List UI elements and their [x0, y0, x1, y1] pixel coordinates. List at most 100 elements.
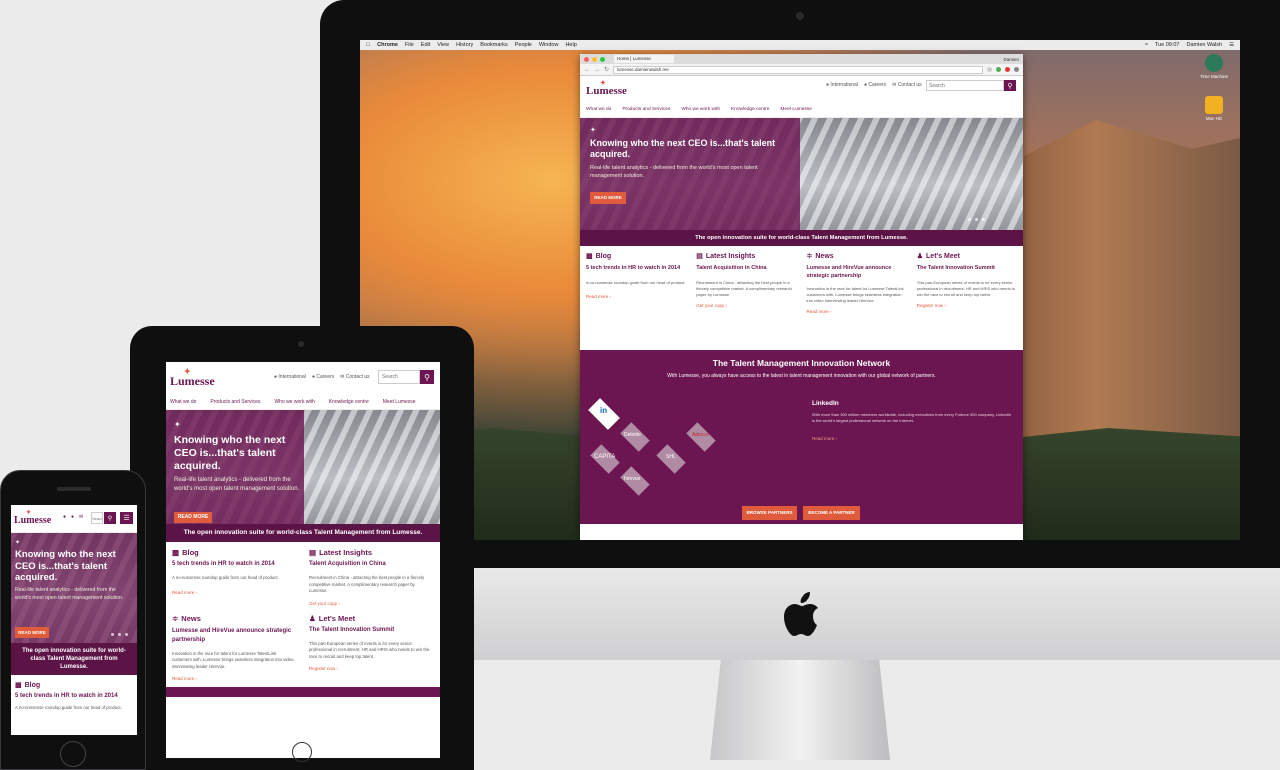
link-careers[interactable]: ● Careers [864, 82, 886, 88]
url-field[interactable]: lumesse.damienwalsh.me [613, 65, 983, 74]
search-button[interactable]: ⚲ [420, 370, 434, 384]
column-title[interactable]: 5 tech trends in HR to watch in 2014 [586, 264, 686, 272]
nav-who-we-work-with[interactable]: Who we work with [274, 399, 314, 406]
become-partner-button[interactable]: BECOME A PARTNER [803, 506, 860, 520]
column-title[interactable]: Lumesse and HireVue announce strategic p… [172, 627, 297, 645]
site-logo[interactable]: ✦ Lumesse [170, 367, 215, 389]
featured-partner-link[interactable]: Read more › [812, 436, 837, 441]
menu-window[interactable]: Window [539, 42, 559, 48]
column-title[interactable]: Talent Acquisition in China [696, 264, 796, 272]
nav-who-we-work-with[interactable]: Who we work with [681, 107, 720, 116]
maximize-window-icon[interactable] [600, 56, 605, 62]
home-button[interactable] [292, 742, 312, 762]
reload-icon[interactable]: ↻ [604, 66, 609, 73]
apple-menu-icon[interactable]:  [366, 42, 370, 48]
column-text: Innovation in the race for talent for Lu… [806, 286, 904, 303]
column-heading: ♟ Let's Meet [309, 613, 356, 623]
link-contact[interactable]: ✉ Contact us [340, 374, 370, 380]
extension-icon[interactable] [1005, 67, 1010, 72]
main-nav: What we do Products and Services Who we … [166, 396, 440, 410]
column-title[interactable]: Talent Acquisition in China [309, 561, 434, 567]
hero-title: Knowing who the next CEO is...that's tal… [590, 138, 776, 159]
extension-icon[interactable] [996, 67, 1001, 72]
globe-icon[interactable]: ● [63, 514, 66, 520]
column-link[interactable]: Get your copy › [309, 601, 434, 606]
search-button[interactable]: ⚲ [104, 512, 116, 524]
menu-icon[interactable] [1014, 67, 1019, 72]
column-link[interactable]: Read more › [807, 309, 907, 314]
column-title[interactable]: Lumesse and HireVue announce strategic p… [807, 264, 907, 280]
hero-banner: ✦ Knowing who the next CEO is...that's t… [580, 118, 1023, 230]
nav-knowledge-centre[interactable]: Knowledge centre [731, 107, 769, 116]
menu-view[interactable]: View [437, 42, 449, 48]
hamburger-menu-icon[interactable]: ☰ [120, 512, 133, 524]
column-title[interactable]: 5 tech trends in HR to watch in 2014 [15, 693, 133, 699]
browse-partners-button[interactable]: BROWSE PARTNERS [742, 506, 797, 520]
bookmark-star-icon[interactable] [987, 67, 992, 72]
menu-chrome[interactable]: Chrome [377, 42, 398, 48]
column-text: A no-nonsense roundup guide from our hea… [586, 280, 686, 285]
hero-pager[interactable] [968, 218, 985, 221]
site-logo[interactable]: ✦ Lumesse [14, 510, 51, 526]
forward-icon[interactable]: → [594, 67, 600, 73]
search-button[interactable]: ⚲ [1004, 80, 1016, 91]
menu-history[interactable]: History [456, 42, 473, 48]
hero-read-more-button[interactable]: READ MORE [15, 627, 49, 638]
nav-what-we-do[interactable]: What we do [586, 107, 611, 116]
mail-icon: ✉ [892, 82, 897, 88]
menu-people[interactable]: People [515, 42, 532, 48]
link-contact[interactable]: ✉ Contact us [892, 82, 922, 88]
back-icon[interactable]: ← [584, 67, 590, 73]
column-link[interactable]: Read more › [172, 676, 297, 681]
link-international[interactable]: ● International [826, 82, 858, 88]
clock[interactable]: Tue 09:07 [1155, 42, 1180, 48]
nav-knowledge-centre[interactable]: Knowledge centre [329, 399, 369, 406]
menu-file[interactable]: File [405, 42, 414, 48]
list-icon[interactable]: ☰ [1229, 42, 1234, 48]
link-international[interactable]: ● International [274, 374, 306, 380]
browser-profile[interactable]: Damien [1003, 57, 1019, 62]
hero-pager[interactable] [111, 633, 128, 636]
menu-help[interactable]: Help [565, 42, 576, 48]
desktop-icon-time-machine[interactable]: Time Machine [1196, 54, 1232, 79]
site-logo[interactable]: ✦ Lumesse [586, 79, 627, 97]
close-window-icon[interactable] [584, 56, 589, 62]
utility-links: ● International ● Careers ✉ Contact us [274, 374, 370, 380]
nav-products[interactable]: Products and Services [622, 107, 670, 116]
mail-icon[interactable]: ✉ [79, 514, 83, 520]
search-input[interactable] [926, 80, 1004, 91]
column-link[interactable]: Register now › [917, 303, 1017, 308]
user-name[interactable]: Damien Walsh [1187, 42, 1223, 48]
search-input[interactable] [378, 370, 420, 384]
home-button[interactable] [60, 741, 86, 767]
column-blog: ▩ Blog 5 tech trends in HR to watch in 20… [586, 252, 686, 344]
column-link[interactable]: Read more › [172, 590, 297, 595]
desktop-icon-hd[interactable]: Mac-HD [1196, 96, 1232, 121]
user-icon: ● [863, 82, 867, 88]
nav-products[interactable]: Products and Services [210, 399, 260, 406]
featured-partner-name: LinkedIn [812, 400, 839, 407]
column-link[interactable]: Read more › [586, 294, 686, 299]
nav-meet-lumesse[interactable]: Meet Lumesse [383, 399, 416, 406]
column-link[interactable]: Register now › [309, 666, 434, 671]
hero-read-more-button[interactable]: READ MORE [590, 192, 626, 204]
link-careers[interactable]: ● Careers [312, 374, 334, 380]
column-title[interactable]: The Talent Innovation Summit [309, 627, 434, 633]
menu-edit[interactable]: Edit [421, 42, 430, 48]
search-input[interactable] [91, 512, 103, 524]
nav-what-we-do[interactable]: What we do [170, 399, 196, 406]
column-title[interactable]: 5 tech trends in HR to watch in 2014 [172, 561, 297, 567]
column-heading: ▩ Blog [172, 548, 199, 557]
imac-screen:  Chrome File Edit View History Bookmark… [360, 40, 1240, 540]
user-icon[interactable]: ● [71, 514, 74, 520]
column-title[interactable]: The Talent Innovation Summit [917, 264, 1017, 272]
logo-text: Lumesse [586, 85, 627, 97]
browser-tab[interactable]: Home | Lumesse [614, 55, 674, 63]
column-link[interactable]: Get your copy › [696, 303, 796, 308]
wifi-icon[interactable]: ≈ [1145, 42, 1148, 48]
menu-bookmarks[interactable]: Bookmarks [480, 42, 508, 48]
minimize-window-icon[interactable] [592, 56, 597, 62]
column-text: Innovation in the race for talent for Lu… [172, 650, 294, 669]
hero-read-more-button[interactable]: READ MORE [174, 512, 212, 523]
nav-meet-lumesse[interactable]: Meet Lumesse [780, 107, 811, 116]
